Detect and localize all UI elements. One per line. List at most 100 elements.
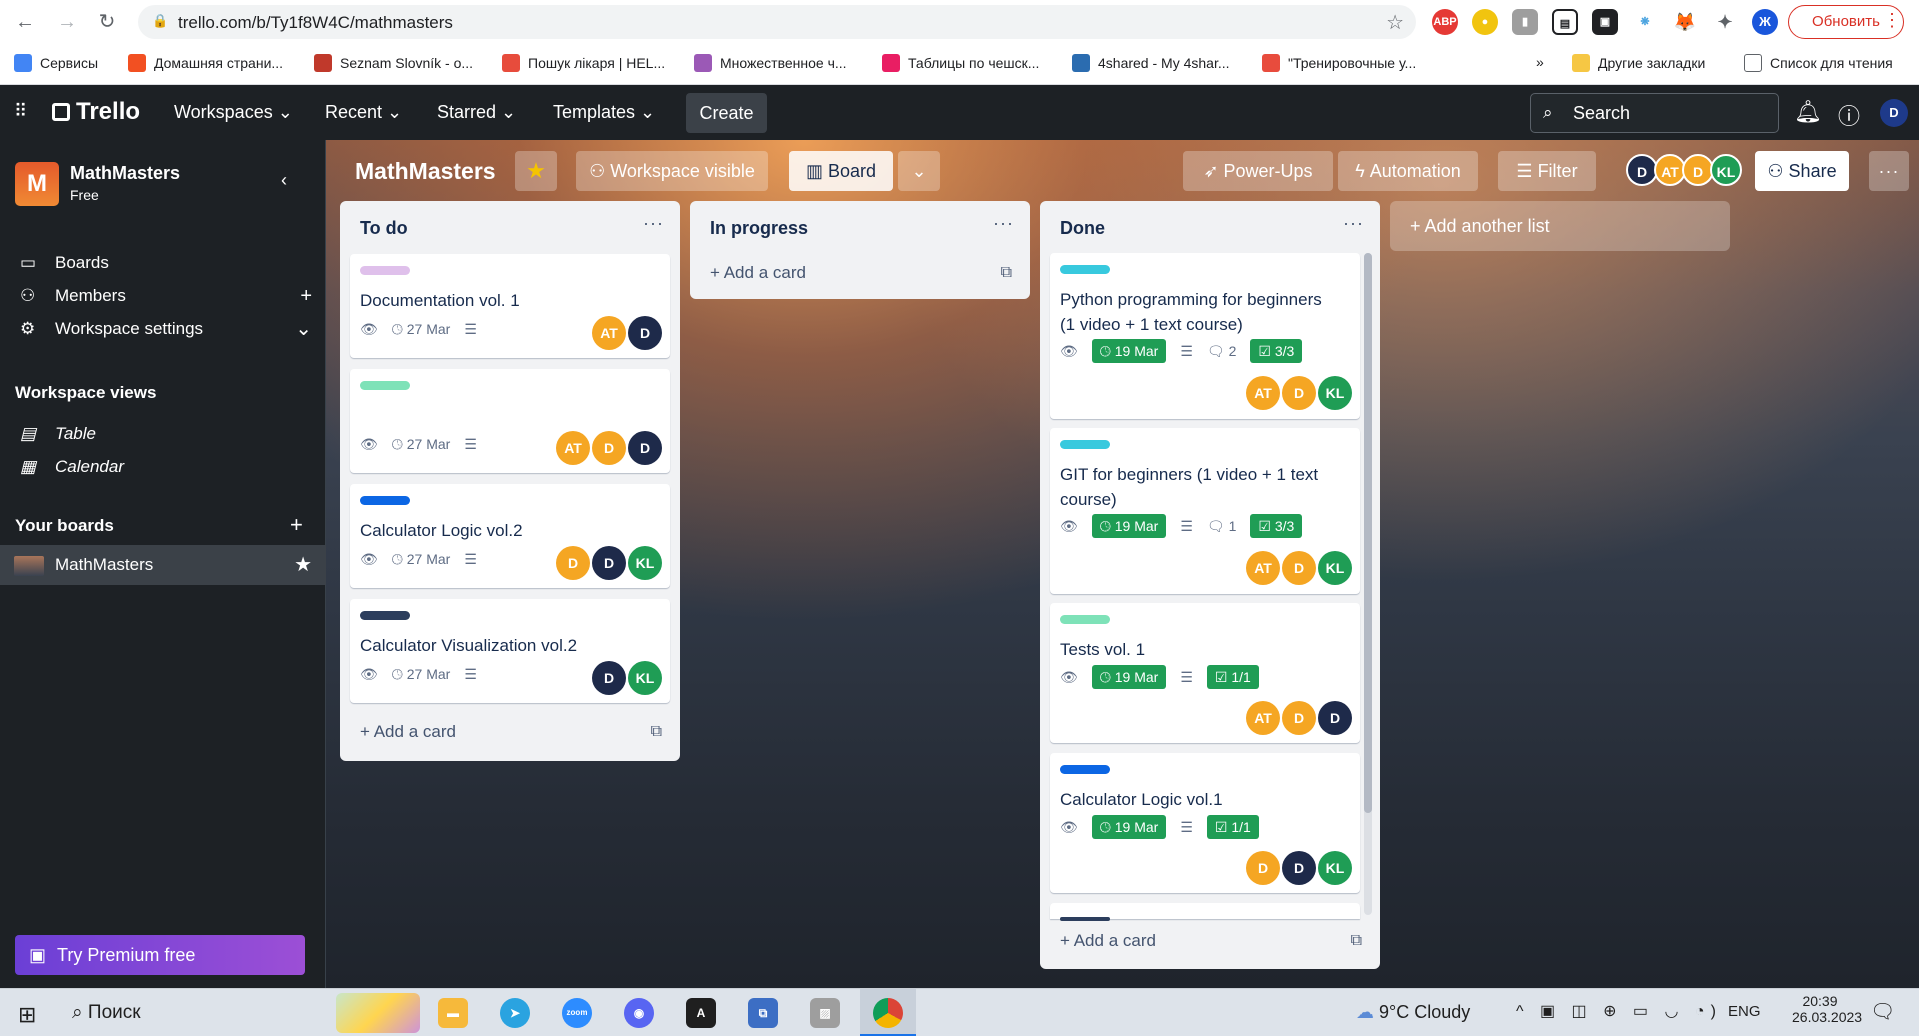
power-ups-button[interactable]: ➶ Power-Ups: [1183, 151, 1333, 191]
clock[interactable]: 20:39 26.03.2023: [1792, 993, 1862, 1025]
member-avatar[interactable]: D: [628, 431, 662, 465]
extension-icon[interactable]: ▮: [1512, 9, 1538, 35]
metamask-icon[interactable]: 🦊: [1672, 9, 1698, 35]
card[interactable]: Calculator Visualization vol.2 👁︎ 🕓︎ 27 M…: [350, 599, 670, 703]
sidebar-item-boards[interactable]: ▭ Boards: [0, 245, 326, 281]
card-label[interactable]: [1060, 265, 1110, 274]
add-board-icon[interactable]: +: [290, 512, 303, 538]
add-member-icon[interactable]: +: [300, 278, 312, 314]
filter-button[interactable]: ☰ Filter: [1498, 151, 1596, 191]
member-avatar[interactable]: D: [556, 546, 590, 580]
member-avatar[interactable]: AT: [592, 316, 626, 350]
card[interactable]: GIT for beginners (1 video + 1 text cours…: [1050, 428, 1360, 594]
chevron-down-icon[interactable]: ⌄: [295, 311, 312, 347]
card-label[interactable]: [1060, 615, 1110, 624]
bookmark-item[interactable]: Таблицы по чешск...: [882, 54, 1039, 72]
chrome-taskbar-active[interactable]: [860, 989, 916, 1036]
notifications-icon[interactable]: 🗨︎: [1870, 999, 1895, 1024]
member-avatar[interactable]: D: [592, 661, 626, 695]
file-explorer-icon[interactable]: ▬: [438, 998, 468, 1028]
member-avatar[interactable]: D: [1246, 851, 1280, 885]
bookmark-item[interactable]: Домашняя страни...: [128, 54, 283, 72]
collapse-sidebar-icon[interactable]: ‹: [281, 170, 287, 191]
tray-icons[interactable]: ^ ▣ ◫ ⊕ ▭ ◡ ◔): [1516, 1001, 1722, 1021]
card-label[interactable]: [1060, 440, 1110, 449]
try-premium-button[interactable]: ▣ Try Premium free: [15, 935, 305, 975]
share-button[interactable]: ⚇ Share: [1755, 151, 1849, 191]
member-avatar[interactable]: KL: [628, 661, 662, 695]
card[interactable]: Documentation vol. 1 👁︎ 🕓︎ 27 Mar ☰ AT D: [350, 254, 670, 358]
list-title[interactable]: In progress: [710, 218, 808, 239]
member-avatar[interactable]: KL: [628, 546, 662, 580]
card[interactable]: Calculator Logic vol.1 👁︎ 🕓︎ 19 Mar ☰ ☑ 1/1…: [1050, 753, 1360, 893]
card-template-icon[interactable]: ⧉: [1001, 264, 1012, 282]
nav-starred[interactable]: Starred ⌄: [437, 102, 516, 123]
reload-icon[interactable]: ↻: [94, 10, 120, 34]
discord-icon[interactable]: ◉: [624, 998, 654, 1028]
card[interactable]: Python programming for beginners (1 video…: [1050, 253, 1360, 419]
list-menu-icon[interactable]: ···: [643, 213, 664, 234]
image-viewer-icon[interactable]: ▨: [810, 998, 840, 1028]
member-avatar[interactable]: D: [1282, 551, 1316, 585]
member-avatar[interactable]: AT: [1246, 551, 1280, 585]
member-avatar[interactable]: D: [1318, 701, 1352, 735]
sidebar-item-table[interactable]: ▤ Table: [0, 416, 326, 452]
list-scrollbar[interactable]: [1364, 253, 1372, 915]
add-card-button[interactable]: + Add a card: [360, 722, 456, 742]
card-partial[interactable]: [1050, 903, 1360, 921]
menu-kebab-icon[interactable]: ⋮: [1883, 10, 1901, 31]
bookmark-item[interactable]: Пошук лікаря | HEL...: [502, 54, 665, 72]
card[interactable]: Tests vol. 1 👁︎ 🕓︎ 19 Mar ☰ ☑ 1/1 AT D D: [1050, 603, 1360, 743]
address-bar[interactable]: 🔒 trello.com/b/Ty1f8W4C/mathmasters ☆: [138, 5, 1416, 39]
sidebar-item-members[interactable]: ⚇ Members +: [0, 278, 326, 314]
puzzle-icon[interactable]: ✦: [1712, 9, 1738, 35]
help-icon[interactable]: ⓘ: [1838, 99, 1860, 131]
search-input[interactable]: ⌕ Search: [1530, 93, 1779, 133]
forward-arrow-icon[interactable]: →: [54, 10, 80, 34]
list-title[interactable]: To do: [360, 218, 408, 239]
card-label[interactable]: [360, 611, 410, 620]
other-bookmarks[interactable]: Другие закладки: [1572, 54, 1705, 72]
nav-recent[interactable]: Recent ⌄: [325, 102, 402, 123]
pdf-reader-icon[interactable]: A: [686, 998, 716, 1028]
workspace-name[interactable]: MathMasters: [70, 163, 180, 184]
member-avatar[interactable]: KL: [1318, 376, 1352, 410]
member-avatar[interactable]: KL: [1318, 851, 1352, 885]
card-label[interactable]: [360, 496, 410, 505]
member-avatar[interactable]: AT: [1246, 701, 1280, 735]
card[interactable]: Calculator Logic vol.2 👁︎ 🕓︎ 27 Mar ☰ D D KL: [350, 484, 670, 588]
reading-list[interactable]: Список для чтения: [1744, 54, 1893, 72]
bookmark-item[interactable]: "Тренировочные у...: [1262, 54, 1416, 72]
visibility-button[interactable]: ⚇ Workspace visible: [576, 151, 768, 191]
board-view-button[interactable]: ▥ Board: [789, 151, 893, 191]
board-title[interactable]: MathMasters: [355, 158, 496, 185]
extension-icon[interactable]: ●: [1472, 9, 1498, 35]
bookmark-star-icon[interactable]: ☆: [1386, 10, 1404, 35]
board-menu-icon[interactable]: ···: [1869, 151, 1909, 191]
network-app-icon[interactable]: ⧉: [748, 998, 778, 1028]
language-indicator[interactable]: ENG: [1728, 1003, 1761, 1020]
profile-avatar[interactable]: Ж: [1752, 9, 1778, 35]
add-card-button[interactable]: + Add a card: [1060, 931, 1156, 951]
star-board-icon[interactable]: ★: [515, 151, 557, 191]
list-menu-icon[interactable]: ···: [1343, 213, 1364, 234]
url-text[interactable]: trello.com/b/Ty1f8W4C/mathmasters: [178, 13, 453, 33]
add-card-button[interactable]: + Add a card: [710, 263, 806, 283]
create-button[interactable]: Create: [686, 93, 767, 133]
sidebar-item-settings[interactable]: ⚙ Workspace settings ⌄: [0, 311, 326, 347]
sidebar-item-calendar[interactable]: ▦ Calendar: [0, 449, 326, 485]
zoom-icon[interactable]: zoom: [562, 998, 592, 1028]
weather-widget[interactable]: ☁ 9°C Cloudy: [1356, 1002, 1470, 1023]
sidebar-item-mathmasters[interactable]: MathMasters ★: [0, 545, 326, 585]
card-label[interactable]: [360, 266, 410, 275]
member-avatar[interactable]: D: [628, 316, 662, 350]
card-label[interactable]: [1060, 765, 1110, 774]
member-avatar[interactable]: D: [592, 546, 626, 580]
telegram-icon[interactable]: ➤: [500, 998, 530, 1028]
nav-workspaces[interactable]: Workspaces ⌄: [174, 102, 293, 123]
trello-logo[interactable]: Trello: [52, 98, 140, 126]
member-avatar[interactable]: KL: [1710, 154, 1742, 186]
member-avatar[interactable]: D: [1282, 701, 1316, 735]
bookmarks-overflow[interactable]: »: [1536, 54, 1544, 70]
reader-icon[interactable]: ▤: [1552, 9, 1578, 35]
